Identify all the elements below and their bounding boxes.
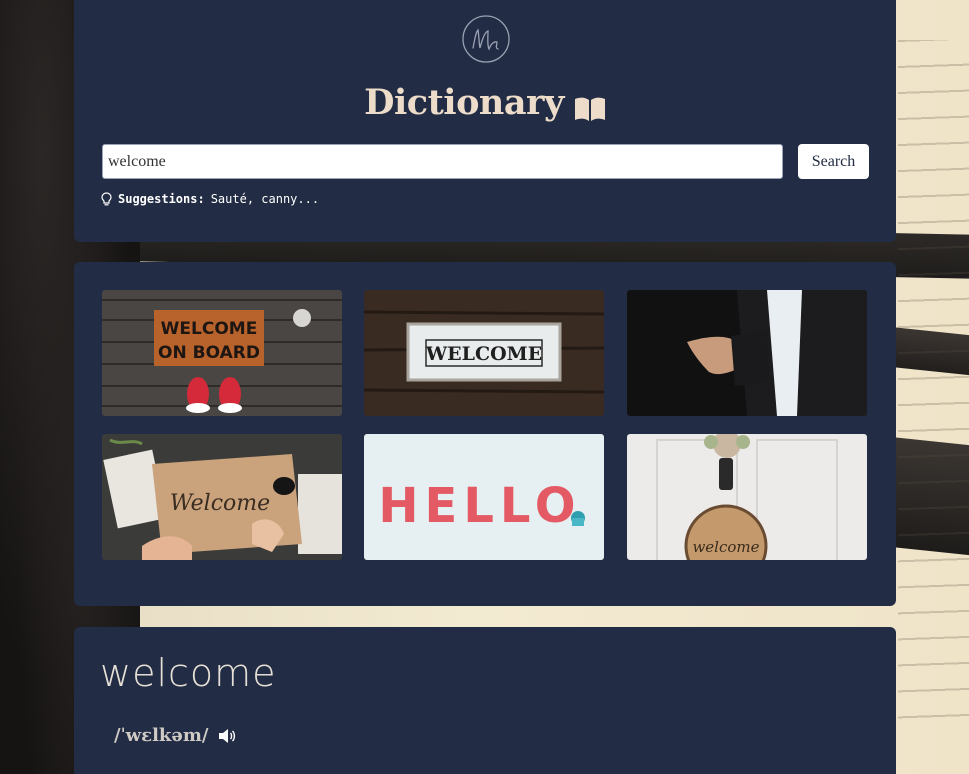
image-welcome-doormat[interactable]: WELCOME ON BOARD [102,290,342,416]
background-page-lines [898,40,969,740]
doormat-text-line2: ON BOARD [158,343,260,363]
suggestions: Suggestions: Sauté, canny... [101,191,319,207]
open-book-icon [574,91,606,121]
suggestions-text[interactable]: Sauté, canny... [211,192,319,206]
image-welcome-handwriting[interactable]: Welcome [102,434,342,560]
image-hello-letters[interactable]: HELLO [364,434,604,560]
doormat-text-line1: WELCOME [161,319,258,339]
door-sign-text: welcome [692,538,759,556]
image-handshake[interactable] [627,290,867,416]
suggestions-label: Suggestions: [118,192,205,206]
result-word: welcome [100,651,277,695]
phonetic-row: /ˈwɛlkəm/ [114,725,236,746]
signature-m-logo-icon [461,14,511,64]
search-input[interactable] [102,144,783,179]
handwriting-text: Welcome [170,491,270,516]
images-card: WELCOME ON BOARD WELCOME Welcome HELLO w… [74,262,896,606]
result-card: welcome /ˈwɛlkəm/ [74,627,896,774]
hello-text: HELLO [378,478,581,534]
speaker-icon[interactable] [218,728,236,744]
search-button[interactable]: Search [798,144,869,179]
title-text: Dictionary [364,82,564,123]
sign-text: WELCOME [425,343,542,365]
lightbulb-icon [101,192,112,206]
search-card: Dictionary Search Suggestions: Sauté, ca… [74,0,896,242]
image-welcome-door[interactable]: welcome [627,434,867,560]
page-title: Dictionary [74,82,896,123]
image-welcome-sign[interactable]: WELCOME [364,290,604,416]
phonetic-text: /ˈwɛlkəm/ [114,725,209,746]
